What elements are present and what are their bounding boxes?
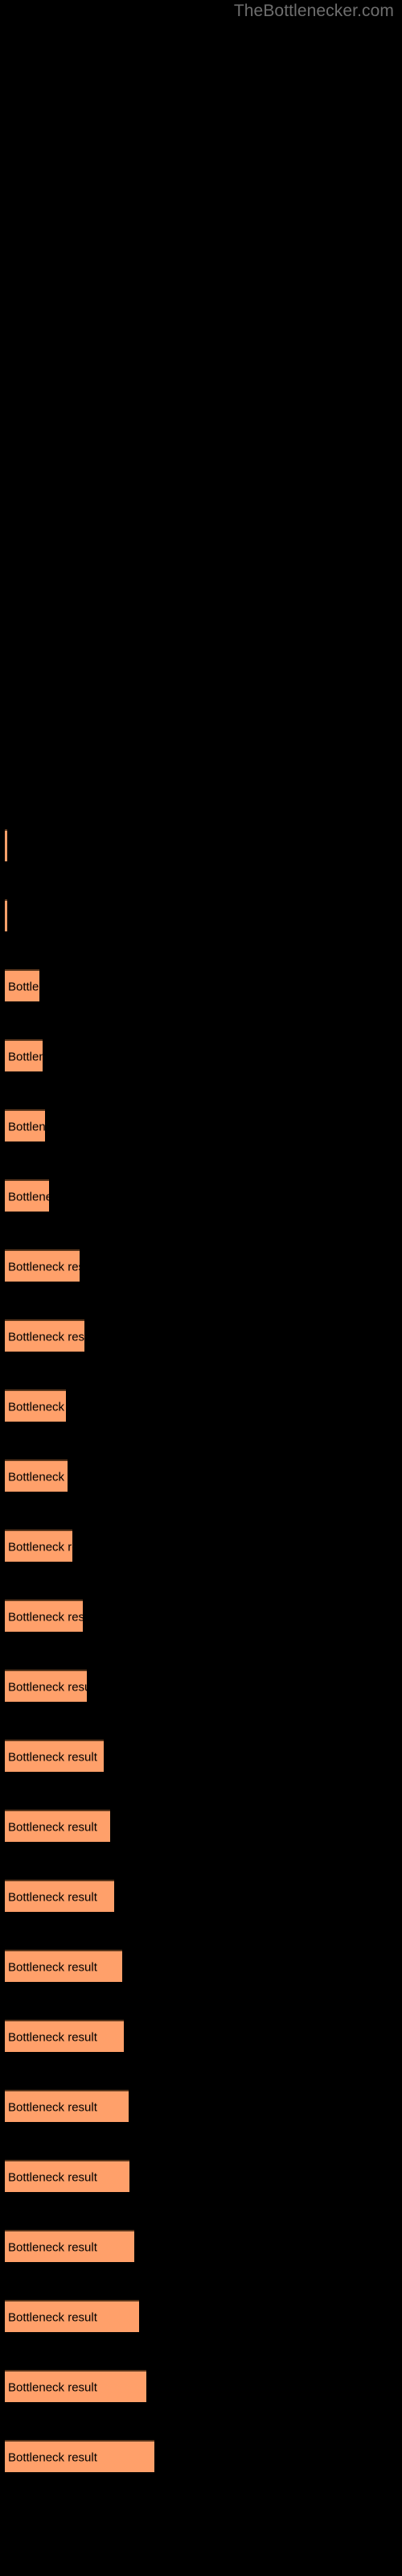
bar-label: Bottleneck result bbox=[8, 2450, 97, 2465]
bar-label: Bottleneck result bbox=[8, 1190, 49, 1204]
chart-bar: Bottleneck result bbox=[5, 1179, 49, 1212]
chart-bar: Bottleneck result bbox=[5, 2160, 129, 2192]
bar-row: Bottleneck result bbox=[0, 1740, 402, 1772]
bar-row: Bottleneck result bbox=[0, 1670, 402, 1702]
bar-row: Bottleneck result bbox=[0, 1319, 402, 1352]
bar-label: Bottleneck result bbox=[8, 1330, 84, 1344]
bar-row: Bottleneck result bbox=[0, 1109, 402, 1141]
chart-bar: Bottleneck result bbox=[5, 1600, 83, 1632]
chart-bar: Bottleneck result bbox=[5, 2300, 139, 2332]
bar-label: Bottleneck result bbox=[8, 1820, 97, 1835]
bar-row: Bottleneck result bbox=[0, 2370, 402, 2402]
bar-row: Bottleneck result bbox=[0, 1179, 402, 1212]
chart-bar: Bottleneck result bbox=[5, 1950, 122, 1982]
bottleneck-bar-chart: Bottleneck result Bottleneck result Bottle… bbox=[0, 0, 402, 2576]
chart-bar: Bottleneck result bbox=[5, 2020, 124, 2052]
chart-bar: Bottleneck result bbox=[5, 2440, 154, 2472]
chart-bar: Bottleneck result bbox=[5, 1389, 66, 1422]
chart-bar: Bottleneck result bbox=[5, 2090, 129, 2122]
bar-row: Bottleneck result bbox=[0, 2230, 402, 2262]
bar-label: Bottleneck result bbox=[8, 1890, 97, 1905]
bar-label: Bottleneck result bbox=[8, 2100, 97, 2115]
bar-row: Bottleneck result bbox=[0, 1249, 402, 1282]
bar-label: Bottleneck result bbox=[8, 1960, 97, 1975]
bar-label: Bottleneck result bbox=[8, 1260, 80, 1274]
chart-bar: Bottleneck result bbox=[5, 969, 39, 1001]
bar-row: Bottleneck result bbox=[0, 2440, 402, 2472]
bar-row: Bottleneck result bbox=[0, 1950, 402, 1982]
bar-label: Bottleneck result bbox=[8, 2030, 97, 2045]
bar-row: Bottleneck result bbox=[0, 2300, 402, 2332]
bar-label: Bottleneck result bbox=[8, 1540, 72, 1554]
chart-bar: Bottleneck result bbox=[5, 1740, 104, 1772]
bar-row: Bottleneck result bbox=[0, 899, 402, 931]
bar-row: Bottleneck result bbox=[0, 969, 402, 1001]
bar-label: Bottleneck result bbox=[8, 2380, 97, 2395]
chart-bar: Bottleneck result bbox=[5, 1109, 45, 1141]
bar-row: Bottleneck result bbox=[0, 1039, 402, 1071]
bar-row: Bottleneck result bbox=[0, 1530, 402, 1562]
chart-bar: Bottleneck result bbox=[5, 1810, 110, 1842]
bar-label: Bottleneck result bbox=[8, 2170, 97, 2185]
bar-label: Bottleneck result bbox=[8, 2310, 97, 2325]
chart-bar: Bottleneck result bbox=[5, 1249, 80, 1282]
bar-label: Bottleneck result bbox=[8, 1050, 43, 1064]
chart-bar: Bottleneck result bbox=[5, 1319, 84, 1352]
page-root: TheBottlenecker.com Bottleneck resultBot… bbox=[0, 0, 402, 2576]
chart-bar: Bottleneck result bbox=[5, 2230, 134, 2262]
bar-row: Bottleneck result bbox=[0, 1810, 402, 1842]
chart-bar: Bottleneck result bbox=[5, 2370, 146, 2402]
chart-bar: Bottleneck result bbox=[5, 899, 7, 931]
bar-label: Bottleneck result bbox=[8, 1400, 66, 1414]
bar-label: Bottleneck result bbox=[8, 1750, 97, 1765]
bar-row: Bottleneck result bbox=[0, 829, 402, 861]
chart-bar: Bottleneck result bbox=[5, 1880, 114, 1912]
bar-row: Bottleneck result bbox=[0, 1389, 402, 1422]
bar-row: Bottleneck result bbox=[0, 2090, 402, 2122]
bar-label: Bottleneck result bbox=[8, 1120, 45, 1134]
bar-row: Bottleneck result bbox=[0, 1600, 402, 1632]
bar-label: Bottleneck result bbox=[8, 1610, 83, 1624]
bar-row: Bottleneck result bbox=[0, 1459, 402, 1492]
bar-label: Bottleneck result bbox=[8, 1680, 87, 1695]
bar-label: Bottleneck result bbox=[8, 980, 39, 994]
bar-label: Bottleneck result bbox=[8, 1470, 68, 1484]
bar-row: Bottleneck result bbox=[0, 1880, 402, 1912]
chart-bar: Bottleneck result bbox=[5, 1459, 68, 1492]
chart-bar: Bottleneck result bbox=[5, 1670, 87, 1702]
chart-bar: Bottleneck result bbox=[5, 1039, 43, 1071]
chart-bar: Bottleneck result bbox=[5, 1530, 72, 1562]
bar-row: Bottleneck result bbox=[0, 2020, 402, 2052]
bar-label: Bottleneck result bbox=[8, 2240, 97, 2255]
chart-bar: Bottleneck result bbox=[5, 829, 7, 861]
bar-row: Bottleneck result bbox=[0, 2160, 402, 2192]
